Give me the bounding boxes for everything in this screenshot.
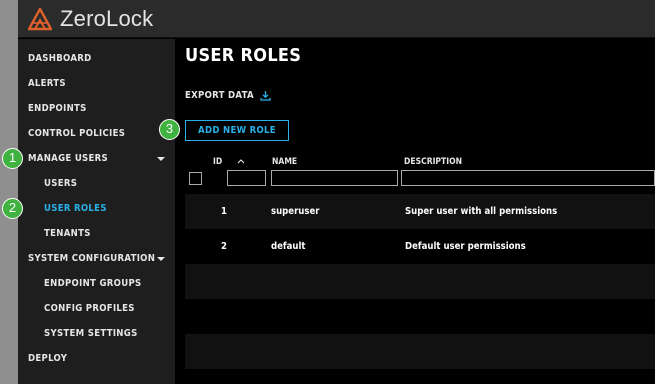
sidebar-item-endpoints[interactable]: ENDPOINTS xyxy=(18,97,175,121)
sidebar-item-label: SYSTEM CONFIGURATION xyxy=(28,253,156,264)
select-all-checkbox[interactable] xyxy=(189,172,202,185)
role-description: Default user permissions xyxy=(405,241,526,252)
chevron-up-icon[interactable] xyxy=(237,157,245,165)
chevron-down-icon xyxy=(157,257,165,261)
table-row[interactable]: 2 default Default user permissions xyxy=(185,229,655,264)
sidebar-item-alerts[interactable]: ALERTS xyxy=(18,72,175,96)
sidebar-item-dashboard[interactable]: DASHBOARD xyxy=(18,47,175,71)
download-icon xyxy=(260,91,271,101)
sidebar-item-endpoint-groups[interactable]: ENDPOINT GROUPS xyxy=(18,272,175,296)
role-name: default xyxy=(271,241,306,252)
sidebar-item-system-settings[interactable]: SYSTEM SETTINGS xyxy=(18,322,175,346)
table-row-empty xyxy=(185,264,655,299)
table-row[interactable]: 1 superuser Super user with all permissi… xyxy=(185,194,655,229)
sidebar-item-label: MANAGE USERS xyxy=(28,153,108,164)
annotation-badge-2: 2 xyxy=(2,198,23,219)
role-name: superuser xyxy=(271,206,320,217)
zerolock-logo-icon[interactable] xyxy=(28,7,52,31)
role-description: Super user with all permissions xyxy=(405,206,558,217)
add-new-role-button[interactable]: ADD NEW ROLE xyxy=(185,120,289,141)
table-row-empty xyxy=(185,299,655,334)
name-filter-input[interactable] xyxy=(271,170,398,186)
annotation-badge-1: 1 xyxy=(2,148,23,169)
table-row-empty xyxy=(185,369,655,384)
sidebar-item-users[interactable]: USERS xyxy=(18,172,175,196)
description-filter-input[interactable] xyxy=(401,170,655,186)
column-header-description[interactable]: DESCRIPTION xyxy=(404,157,462,167)
id-filter-input[interactable] xyxy=(227,170,266,186)
sidebar-item-control-policies[interactable]: CONTROL POLICIES xyxy=(18,122,175,146)
chevron-down-icon xyxy=(157,157,165,161)
app-frame: ZeroLock DASHBOARD ALERTS ENDPOINTS CONT… xyxy=(18,0,655,384)
sidebar-item-system-configuration[interactable]: SYSTEM CONFIGURATION xyxy=(18,247,175,271)
column-header-id[interactable]: ID xyxy=(213,157,222,167)
role-id: 2 xyxy=(221,241,227,252)
column-header-name[interactable]: NAME xyxy=(272,157,297,167)
table-row-empty xyxy=(185,334,655,369)
annotation-badge-3: 3 xyxy=(159,119,180,140)
sidebar-item-tenants[interactable]: TENANTS xyxy=(18,222,175,246)
sidebar-item-user-roles[interactable]: USER ROLES xyxy=(18,197,175,221)
page-title: USER ROLES xyxy=(185,45,302,66)
main-content: USER ROLES EXPORT DATA ADD NEW ROLE ID N… xyxy=(175,39,655,384)
role-id: 1 xyxy=(221,206,227,217)
sidebar-item-manage-users[interactable]: MANAGE USERS xyxy=(18,147,175,171)
sidebar: DASHBOARD ALERTS ENDPOINTS CONTROL POLIC… xyxy=(18,39,175,384)
export-data-link[interactable]: EXPORT DATA xyxy=(185,90,271,101)
export-data-label: EXPORT DATA xyxy=(185,90,254,101)
app-title: ZeroLock xyxy=(60,6,154,31)
sidebar-item-config-profiles[interactable]: CONFIG PROFILES xyxy=(18,297,175,321)
top-bar: ZeroLock xyxy=(18,0,655,38)
sidebar-item-deploy[interactable]: DEPLOY xyxy=(18,347,175,371)
